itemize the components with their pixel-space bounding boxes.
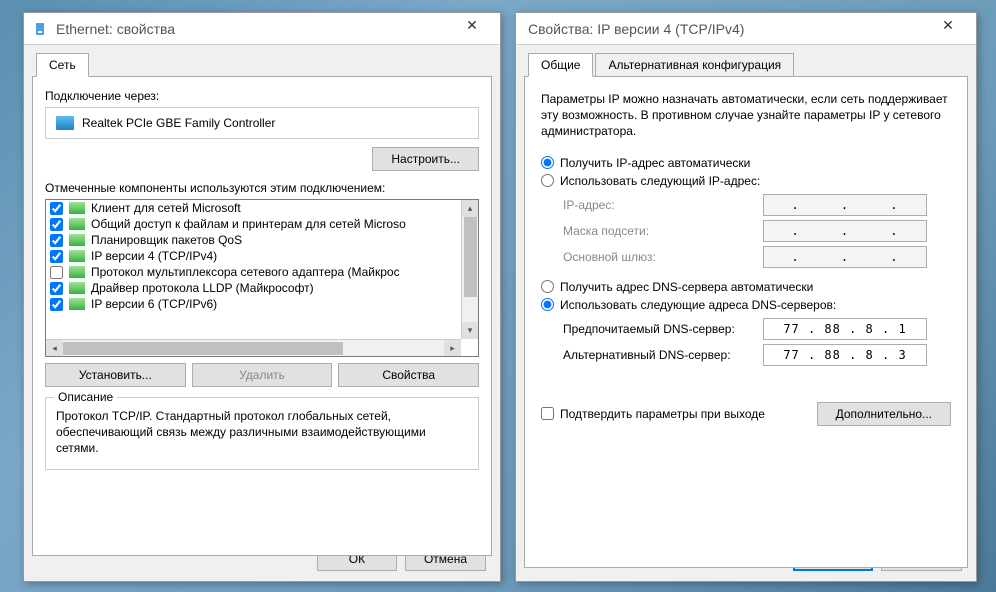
- ip-address-field: . . .: [763, 194, 927, 216]
- ip-info-text: Параметры IP можно назначать автоматичес…: [541, 91, 951, 140]
- subnet-mask-field: . . .: [763, 220, 927, 242]
- scroll-thumb-h[interactable]: [63, 342, 343, 355]
- scroll-thumb[interactable]: [464, 217, 477, 297]
- component-row[interactable]: Планировщик пакетов QoS: [46, 232, 461, 248]
- gateway-label: Основной шлюз:: [563, 250, 763, 264]
- component-label: Клиент для сетей Microsoft: [91, 201, 241, 215]
- components-listbox[interactable]: Клиент для сетей Microsoft Общий доступ к…: [45, 199, 479, 357]
- tab-panel-network: Подключение через: Realtek PCIe GBE Fami…: [32, 76, 492, 556]
- properties-button[interactable]: Свойства: [338, 363, 479, 387]
- components-label: Отмеченные компоненты используются этим …: [45, 181, 479, 195]
- radio-dns-manual-label: Использовать следующие адреса DNS-сервер…: [560, 298, 836, 312]
- description-legend: Описание: [54, 390, 117, 404]
- component-label: IP версии 6 (TCP/IPv6): [91, 297, 217, 311]
- ipv4-properties-dialog: Свойства: IP версии 4 (TCP/IPv4) ✕ Общие…: [515, 12, 977, 582]
- component-row[interactable]: Протокол мультиплексора сетевого адаптер…: [46, 264, 461, 280]
- tab-network[interactable]: Сеть: [36, 53, 89, 77]
- component-checkbox[interactable]: [50, 298, 63, 311]
- component-label: Планировщик пакетов QoS: [91, 233, 242, 247]
- scroll-up[interactable]: ▴: [462, 200, 478, 217]
- dns-pref-label: Предпочитаемый DNS-сервер:: [563, 322, 763, 336]
- ip-address-label: IP-адрес:: [563, 198, 763, 212]
- validate-on-exit-checkbox[interactable]: [541, 407, 554, 420]
- tab-general[interactable]: Общие: [528, 53, 593, 77]
- close-button[interactable]: ✕: [452, 17, 492, 41]
- radio-ip-manual-label: Использовать следующий IP-адрес:: [560, 174, 760, 188]
- radio-ip-auto-input[interactable]: [541, 156, 554, 169]
- radio-dns-auto[interactable]: Получить адрес DNS-сервера автоматически: [541, 280, 951, 294]
- description-group: Описание Протокол TCP/IP. Стандартный пр…: [45, 397, 479, 470]
- tab-panel-general: Параметры IP можно назначать автоматичес…: [524, 76, 968, 568]
- radio-ip-manual[interactable]: Использовать следующий IP-адрес:: [541, 174, 951, 188]
- horizontal-scrollbar[interactable]: ◂ ▸: [46, 339, 461, 356]
- component-label: Драйвер протокола LLDP (Майкрософт): [91, 281, 314, 295]
- radio-dns-manual-input[interactable]: [541, 298, 554, 311]
- scroll-down[interactable]: ▾: [462, 322, 478, 339]
- protocol-icon: [69, 202, 85, 214]
- tab-alternate-config[interactable]: Альтернативная конфигурация: [595, 53, 794, 76]
- protocol-icon: [69, 266, 85, 278]
- nic-icon: [56, 116, 74, 130]
- nic-name: Realtek PCIe GBE Family Controller: [82, 116, 275, 130]
- protocol-icon: [69, 298, 85, 310]
- component-row[interactable]: IP версии 4 (TCP/IPv4): [46, 248, 461, 264]
- validate-on-exit-label: Подтвердить параметры при выходе: [560, 407, 765, 421]
- connect-via-label: Подключение через:: [45, 89, 479, 103]
- component-row[interactable]: IP версии 6 (TCP/IPv6): [46, 296, 461, 312]
- gateway-field: . . .: [763, 246, 927, 268]
- component-label: IP версии 4 (TCP/IPv4): [91, 249, 217, 263]
- scroll-right[interactable]: ▸: [444, 340, 461, 356]
- protocol-icon: [69, 218, 85, 230]
- nic-display: Realtek PCIe GBE Family Controller: [45, 107, 479, 139]
- dns-alt-field[interactable]: 77 . 88 . 8 . 3: [763, 344, 927, 366]
- component-row[interactable]: Общий доступ к файлам и принтерам для се…: [46, 216, 461, 232]
- component-checkbox[interactable]: [50, 202, 63, 215]
- subnet-mask-label: Маска подсети:: [563, 224, 763, 238]
- component-row[interactable]: Драйвер протокола LLDP (Майкрософт): [46, 280, 461, 296]
- radio-ip-auto-label: Получить IP-адрес автоматически: [560, 156, 750, 170]
- protocol-icon: [69, 234, 85, 246]
- component-checkbox[interactable]: [50, 282, 63, 295]
- component-checkbox[interactable]: [50, 266, 63, 279]
- titlebar: Свойства: IP версии 4 (TCP/IPv4) ✕: [516, 13, 976, 45]
- ethernet-properties-dialog: Ethernet: свойства ✕ Сеть Подключение че…: [23, 12, 501, 582]
- description-text: Протокол TCP/IP. Стандартный протокол гл…: [56, 408, 468, 457]
- component-checkbox[interactable]: [50, 250, 63, 263]
- component-label: Протокол мультиплексора сетевого адаптер…: [91, 265, 400, 279]
- vertical-scrollbar[interactable]: ▴ ▾: [461, 200, 478, 339]
- configure-button[interactable]: Настроить...: [372, 147, 479, 171]
- component-checkbox[interactable]: [50, 234, 63, 247]
- radio-dns-auto-input[interactable]: [541, 280, 554, 293]
- remove-button[interactable]: Удалить: [192, 363, 333, 387]
- titlebar: Ethernet: свойства ✕: [24, 13, 500, 45]
- ethernet-icon: [32, 21, 48, 37]
- radio-dns-manual[interactable]: Использовать следующие адреса DNS-сервер…: [541, 298, 951, 312]
- protocol-icon: [69, 250, 85, 262]
- protocol-icon: [69, 282, 85, 294]
- dns-alt-label: Альтернативный DNS-сервер:: [563, 348, 763, 362]
- radio-dns-auto-label: Получить адрес DNS-сервера автоматически: [560, 280, 813, 294]
- dialog-title: Свойства: IP версии 4 (TCP/IPv4): [528, 21, 928, 37]
- component-row[interactable]: Клиент для сетей Microsoft: [46, 200, 461, 216]
- radio-ip-auto[interactable]: Получить IP-адрес автоматически: [541, 156, 951, 170]
- dns-pref-field[interactable]: 77 . 88 . 8 . 1: [763, 318, 927, 340]
- dialog-title: Ethernet: свойства: [56, 21, 452, 37]
- install-button[interactable]: Установить...: [45, 363, 186, 387]
- component-checkbox[interactable]: [50, 218, 63, 231]
- radio-ip-manual-input[interactable]: [541, 174, 554, 187]
- close-button[interactable]: ✕: [928, 17, 968, 41]
- component-label: Общий доступ к файлам и принтерам для се…: [91, 217, 406, 231]
- advanced-button[interactable]: Дополнительно...: [817, 402, 951, 426]
- validate-on-exit-row[interactable]: Подтвердить параметры при выходе: [541, 407, 765, 421]
- scroll-left[interactable]: ◂: [46, 340, 63, 356]
